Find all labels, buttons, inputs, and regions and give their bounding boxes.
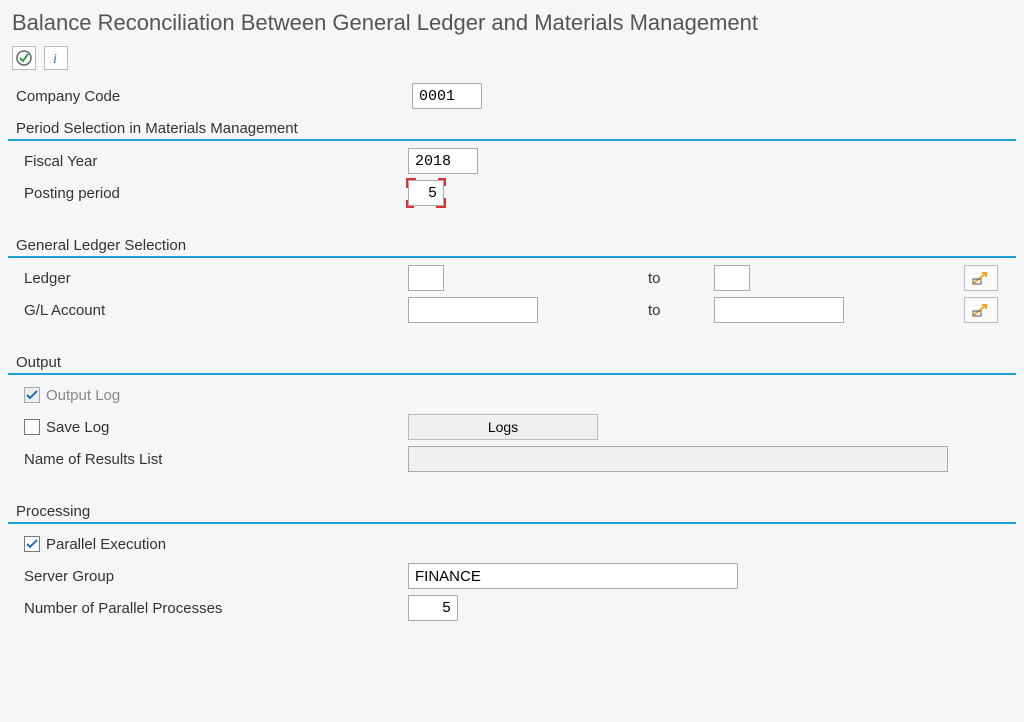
- results-list-input: [408, 446, 948, 472]
- period-selection-group: Period Selection in Materials Management…: [8, 118, 1016, 213]
- gl-account-to-input[interactable]: [714, 297, 844, 323]
- execute-icon: [15, 49, 33, 67]
- processing-group: Processing Parallel Execution Server Gro…: [8, 501, 1016, 628]
- output-title: Output: [8, 352, 1016, 375]
- ledger-to-input[interactable]: [714, 265, 750, 291]
- ledger-label: Ledger: [8, 270, 408, 287]
- server-group-label: Server Group: [8, 568, 408, 585]
- company-code-input[interactable]: [412, 83, 482, 109]
- fiscal-year-label: Fiscal Year: [8, 153, 408, 170]
- ledger-from-input[interactable]: [408, 265, 444, 291]
- output-log-checkbox: [24, 387, 40, 403]
- gl-account-multiselect-button[interactable]: [964, 297, 998, 323]
- logs-button[interactable]: Logs: [408, 414, 598, 440]
- fiscal-year-input[interactable]: [408, 148, 478, 174]
- gl-account-label: G/L Account: [8, 302, 408, 319]
- info-button[interactable]: i: [44, 46, 68, 70]
- output-log-label: Output Log: [46, 387, 120, 404]
- server-group-input[interactable]: [408, 563, 738, 589]
- ledger-to-label: to: [624, 270, 714, 287]
- save-log-label: Save Log: [46, 419, 109, 436]
- period-selection-title: Period Selection in Materials Management: [8, 118, 1016, 141]
- parallel-procs-label: Number of Parallel Processes: [8, 600, 408, 617]
- results-list-label: Name of Results List: [8, 451, 408, 468]
- output-group: Output Output Log Save Log Logs Name of …: [8, 352, 1016, 479]
- parallel-execution-label: Parallel Execution: [46, 536, 166, 553]
- app-toolbar: i: [12, 42, 1012, 78]
- save-log-checkbox[interactable]: [24, 419, 40, 435]
- gl-account-to-label: to: [624, 302, 714, 319]
- ledger-multiselect-button[interactable]: [964, 265, 998, 291]
- gl-selection-group: General Ledger Selection Ledger to G/L A…: [8, 235, 1016, 330]
- page-title: Balance Reconciliation Between General L…: [12, 10, 1012, 36]
- gl-account-from-input[interactable]: [408, 297, 538, 323]
- company-code-label: Company Code: [8, 88, 412, 105]
- gl-selection-title: General Ledger Selection: [8, 235, 1016, 258]
- parallel-execution-checkbox[interactable]: [24, 536, 40, 552]
- parallel-procs-input[interactable]: [408, 595, 458, 621]
- svg-text:i: i: [53, 52, 57, 65]
- processing-title: Processing: [8, 501, 1016, 524]
- info-icon: i: [49, 51, 63, 65]
- execute-button[interactable]: [12, 46, 36, 70]
- posting-period-label: Posting period: [8, 185, 408, 202]
- multiselect-icon: [972, 303, 990, 317]
- multiselect-icon: [972, 271, 990, 285]
